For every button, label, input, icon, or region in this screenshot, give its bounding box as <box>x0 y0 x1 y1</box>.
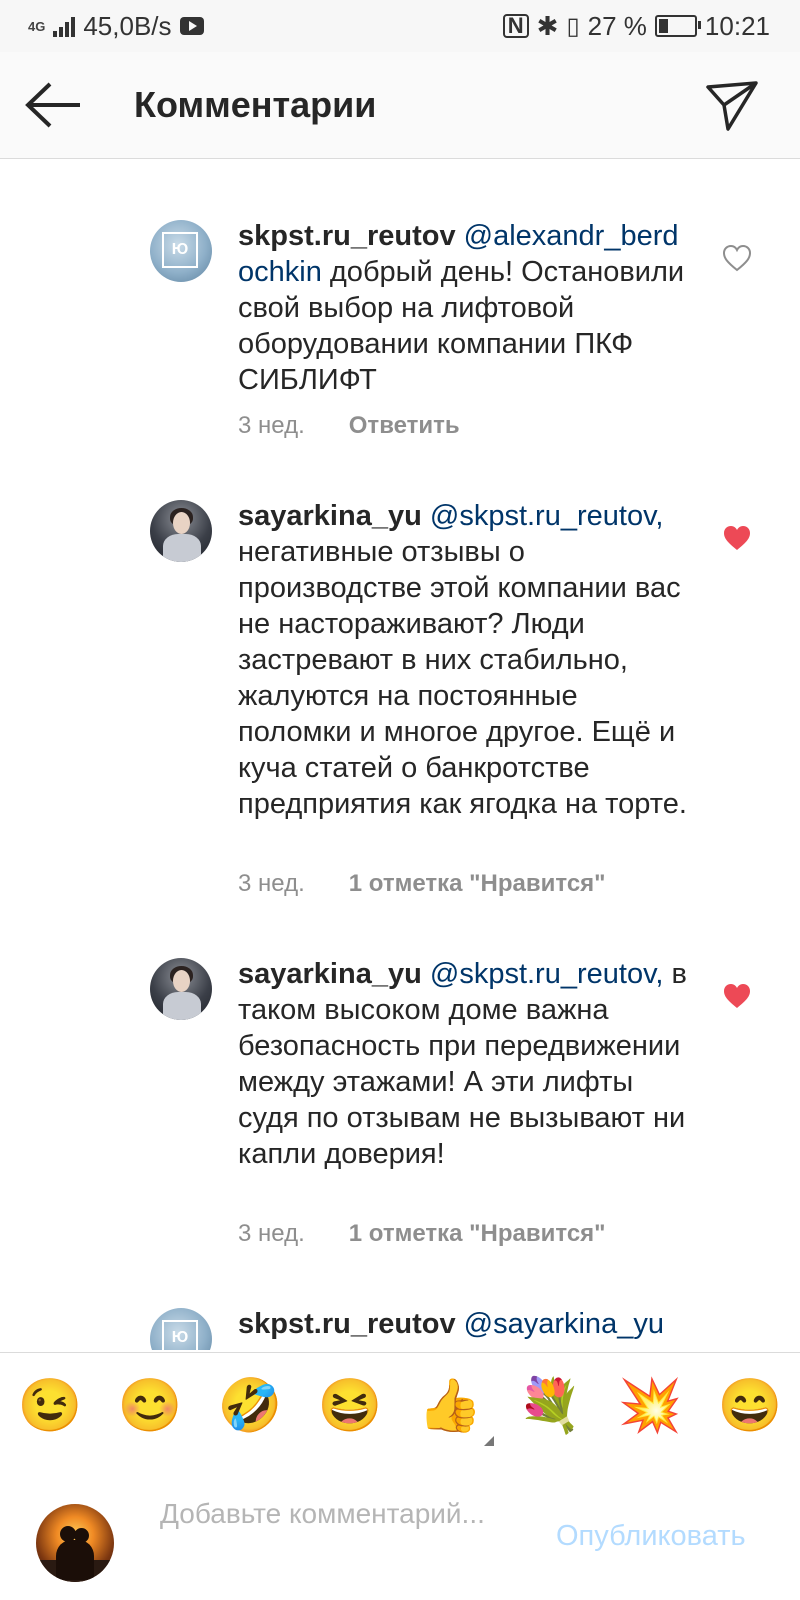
status-bar: 4G 45,0B/s N ✱ ▯ 27 % 10:21 <box>0 0 800 52</box>
comment-time: 3 нед. <box>238 1220 305 1247</box>
comment-text: skpst.ru_reutov @alexandr_berdochkin доб… <box>238 218 688 398</box>
direct-send-icon[interactable] <box>704 77 760 133</box>
my-avatar <box>36 1504 114 1582</box>
comment-username[interactable]: skpst.ru_reutov <box>238 220 456 252</box>
signal-icon <box>53 15 76 37</box>
emoji-quick-bar: 😉 😊 🤣 😆 👍 💐 💥 😄 <box>0 1352 800 1460</box>
clock: 10:21 <box>704 10 770 41</box>
emoji-bouquet[interactable]: 💐 <box>518 1376 583 1436</box>
page-title: Комментарии <box>134 84 377 125</box>
emoji-thumbs-up[interactable]: 👍 <box>417 1376 495 1446</box>
emoji-wink[interactable]: 😉 <box>18 1376 83 1436</box>
comment-text: skpst.ru_reutov @sayarkina_yu <box>238 1306 688 1342</box>
comment-time: 3 нед. <box>238 412 305 439</box>
comment-text: sayarkina_yu @skpst.ru_reutov, негативны… <box>238 498 688 822</box>
heart-filled-icon[interactable] <box>722 524 752 552</box>
comment-username[interactable]: sayarkina_yu <box>238 958 422 990</box>
network-type: 4G <box>28 18 46 34</box>
battery-icon <box>654 15 701 37</box>
emoji-grinning[interactable]: 😄 <box>718 1376 783 1436</box>
comment-mention[interactable]: @sayarkina_yu <box>464 1308 664 1340</box>
comment-composer: Опубликовать <box>0 1459 800 1600</box>
skin-tone-corner-icon <box>484 1436 495 1446</box>
network-speed: 45,0B/s <box>83 10 172 41</box>
emoji-smiling-blush[interactable]: 😊 <box>118 1376 183 1436</box>
bluetooth-icon: ✱ <box>536 10 559 41</box>
app-bar: Комментарии <box>0 52 800 159</box>
avatar[interactable] <box>150 958 212 1020</box>
emoji-rofl[interactable]: 🤣 <box>218 1376 283 1436</box>
reply-button[interactable]: Ответить <box>349 412 460 440</box>
comment-body: негативные отзывы о производстве этой ко… <box>238 536 687 820</box>
comments-list[interactable]: Ю skpst.ru_reutov @alexandr_berdochkin д… <box>0 160 800 1350</box>
publish-button[interactable]: Опубликовать <box>556 1520 746 1553</box>
comment-text: sayarkina_yu @skpst.ru_reutov, в таком в… <box>238 956 688 1172</box>
heart-outline-icon[interactable] <box>722 244 752 272</box>
comment-time: 3 нед. <box>238 870 305 897</box>
comment-username[interactable]: skpst.ru_reutov <box>238 1308 456 1340</box>
avatar[interactable] <box>150 500 212 562</box>
emoji-laughing[interactable]: 😆 <box>318 1376 383 1436</box>
comment-mention[interactable]: @skpst.ru_reutov, <box>430 500 664 532</box>
youtube-icon <box>179 17 204 35</box>
comment-mention[interactable]: @skpst.ru_reutov, <box>430 958 664 990</box>
comment-input[interactable] <box>160 1495 520 1575</box>
comment-meta: 3 нед. 1 отметка "Нравится" <box>238 1220 606 1248</box>
avatar[interactable]: Ю <box>150 220 212 282</box>
comment-meta: 3 нед. Ответить <box>238 412 460 440</box>
avatar[interactable]: Ю <box>150 1308 212 1350</box>
likes-count[interactable]: 1 отметка "Нравится" <box>349 1220 606 1248</box>
nfc-icon: N <box>502 14 529 38</box>
comment-username[interactable]: sayarkina_yu <box>238 500 422 532</box>
emoji-collision[interactable]: 💥 <box>618 1376 683 1436</box>
back-arrow-icon[interactable] <box>24 80 84 130</box>
vibrate-icon: ▯ <box>566 12 580 40</box>
heart-filled-icon[interactable] <box>722 982 752 1010</box>
battery-percent: 27 % <box>587 10 647 41</box>
comment-meta: 3 нед. 1 отметка "Нравится" <box>238 870 606 898</box>
likes-count[interactable]: 1 отметка "Нравится" <box>349 870 606 898</box>
emoji-thumbs-up-glyph: 👍 <box>417 1377 483 1435</box>
